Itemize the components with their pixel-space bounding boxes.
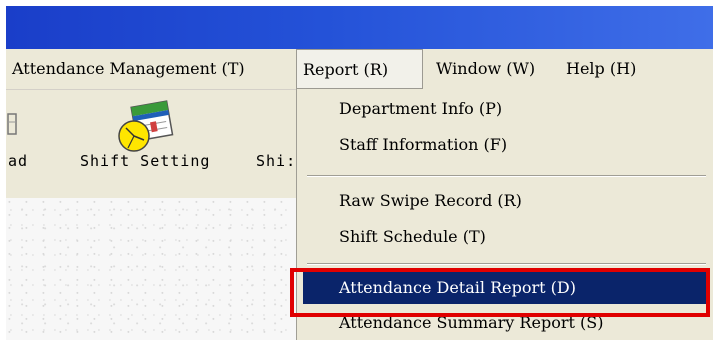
menu-item-raw-swipe-record[interactable]: Raw Swipe Record (R) bbox=[303, 185, 706, 217]
shift-setting-label: Shift Setting bbox=[80, 152, 211, 170]
menu-separator bbox=[307, 175, 706, 177]
report-dropdown-menu: Department Info (P) Staff Information (F… bbox=[296, 89, 713, 340]
menu-help[interactable]: Help (H) bbox=[560, 49, 642, 89]
menu-report[interactable]: Report (R) bbox=[296, 49, 423, 89]
menu-separator bbox=[307, 263, 706, 265]
menu-attendance-management[interactable]: Attendance Management (T) bbox=[6, 49, 251, 89]
menu-item-attendance-summary-report[interactable]: Attendance Summary Report (S) bbox=[303, 307, 706, 339]
partial-toolbar-icon bbox=[7, 113, 17, 135]
window-title-bar bbox=[6, 6, 713, 49]
menu-item-department-info[interactable]: Department Info (P) bbox=[303, 93, 706, 125]
menu-window[interactable]: Window (W) bbox=[430, 49, 541, 89]
calendar-clock-icon bbox=[118, 100, 174, 152]
toolbar-partial-label-right[interactable]: Shi: bbox=[256, 152, 296, 170]
toolbar-partial-label-left[interactable]: ad bbox=[8, 152, 28, 170]
menu-item-attendance-detail-report[interactable]: Attendance Detail Report (D) bbox=[303, 272, 706, 304]
menu-item-shift-schedule[interactable]: Shift Schedule (T) bbox=[303, 221, 706, 253]
menu-bar: Attendance Management (T) Report (R) Win… bbox=[6, 49, 713, 90]
shift-setting-button[interactable]: Shift Setting bbox=[76, 90, 242, 198]
menu-item-staff-information[interactable]: Staff Information (F) bbox=[303, 129, 706, 161]
